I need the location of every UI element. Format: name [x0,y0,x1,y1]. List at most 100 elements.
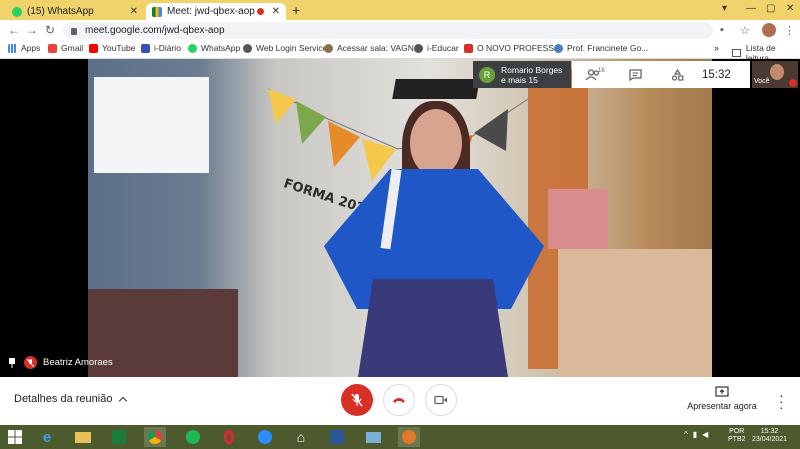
keyboard-layout: PTB2 [728,436,746,443]
taskbar-opera[interactable] [218,427,240,447]
bookmark-label: Gmail [61,43,84,53]
video-background-window [94,77,209,173]
bookmark-novo-professor[interactable]: O NOVO PROFESS... [464,43,561,53]
present-screen-icon [715,386,729,397]
taskbar-excel[interactable] [108,427,130,447]
bookmarks-bar: Apps Gmail YouTube i-Diário WhatsApp Web… [0,41,800,63]
youtube-icon [89,43,98,53]
self-view-tile[interactable]: Você [752,61,798,88]
bookmark-gmail[interactable]: Gmail [48,43,83,53]
taskbar-spotify[interactable] [182,427,204,447]
apps-grid-icon [8,43,17,53]
participant-video: FORMA 2020 [88,59,712,377]
system-clock[interactable]: 15:32 23/04/2021 [752,428,787,444]
present-now-label: Apresentar agora [687,401,757,411]
back-icon[interactable]: ← [8,23,20,37]
language-indicator[interactable]: POR PTB2 [728,428,746,444]
video-background-drawers [548,189,608,249]
close-tab-icon[interactable]: ✕ [272,6,280,17]
home-icon: ⌂ [296,429,306,445]
bookmark-prof-francinete[interactable]: Prof. Francinete Go... [554,43,648,53]
spotify-icon [186,430,200,444]
chevron-up-icon [119,396,128,406]
camera-in-use-icon[interactable]: ▪ [720,24,724,36]
taskbar-word[interactable] [326,427,348,447]
self-view-video [770,64,784,80]
taskbar-chrome[interactable] [144,427,166,447]
excel-icon [112,430,126,444]
bookmark-star-icon[interactable]: ☆ [740,24,750,37]
bookmark-acessar-sala[interactable]: Acessar sala: VAGN... [324,43,421,53]
leave-call-button[interactable] [383,384,415,416]
bookmark-whatsapp[interactable]: WhatsApp [188,43,240,53]
close-window-icon[interactable]: ✕ [786,3,794,14]
maximize-icon[interactable]: ▢ [766,3,775,14]
browser-menu-icon[interactable]: ⋮ [784,24,795,37]
forward-icon[interactable]: → [26,23,38,37]
mic-off-icon [24,356,37,369]
presenter-chip[interactable]: R Romario Borges e mais 15 [473,61,571,88]
video-person-skirt [358,279,508,377]
reload-icon[interactable]: ↻ [45,23,55,37]
taskbar-app[interactable] [398,427,420,447]
tab-search-icon[interactable]: ▾ [722,3,727,14]
recording-indicator-icon [256,8,264,15]
meet-controls-bar: Detalhes da reunião Apresentar agora · · · [0,377,800,425]
toggle-microphone-button[interactable] [341,384,373,416]
people-button[interactable]: 16 [572,68,614,81]
meet-icon [152,6,162,17]
camera-icon [434,395,447,405]
self-label: Você [754,78,770,85]
bookmark-label: WhatsApp [201,43,241,53]
more-bookmarks-icon[interactable]: » [714,43,719,53]
present-now-button[interactable]: Apresentar agora [686,386,758,411]
network-icon[interactable]: ▮ [693,430,697,439]
close-tab-icon[interactable]: ✕ [130,6,138,17]
chat-icon [628,68,642,81]
activities-button[interactable] [656,68,698,81]
system-date: 23/04/2021 [752,436,788,443]
bookmark-label: O NOVO PROFESS... [477,43,562,53]
more-options-icon[interactable]: · · · [779,388,784,414]
zoom-icon [258,430,272,444]
self-mic-off-icon [789,79,797,87]
navigation-bar: ← → ↻ meet.google.com/jwd-qbex-aop ▪ ☆ ⋮ [0,20,800,41]
bookmark-apps[interactable]: Apps [8,43,40,53]
bookmark-label: i-Educar [427,43,459,53]
activities-icon [671,68,683,81]
tab-meet[interactable]: Meet: jwd-qbex-aop ✕ [146,3,286,20]
hang-up-icon [393,398,405,403]
taskbar-home[interactable]: ⌂ [290,427,312,447]
volume-icon[interactable]: ◀ [702,430,708,439]
minimize-icon[interactable]: — [746,3,756,14]
meeting-clock: 15:32 [702,68,731,81]
browser-tab-strip: (15) WhatsApp ✕ Meet: jwd-qbex-aop ✕ + ▾… [0,0,800,20]
reading-list-icon [732,49,741,57]
taskbar-internet-explorer[interactable]: e [36,427,58,447]
system-time: 15:32 [760,428,779,435]
show-hidden-icons[interactable]: ^ [684,430,688,439]
meeting-details-button[interactable]: Detalhes da reunião [14,393,128,406]
chat-button[interactable] [614,68,656,81]
tab-whatsapp[interactable]: (15) WhatsApp ✕ [6,3,144,20]
taskbar-zoom[interactable] [254,427,276,447]
bookmark-idiario[interactable]: i-Diário [141,43,181,53]
taskbar-photos[interactable] [362,427,384,447]
meeting-details-label: Detalhes da reunião [14,393,113,405]
pin-icon[interactable] [8,357,16,368]
taskbar-file-explorer[interactable] [72,427,94,447]
globe-icon [414,43,423,53]
new-tab-button[interactable]: + [292,2,300,18]
address-bar[interactable]: meet.google.com/jwd-qbex-aop [63,22,713,39]
bookmark-ieducar[interactable]: i-Educar [414,43,459,53]
bookmark-youtube[interactable]: YouTube [89,43,135,53]
bookmark-label: i-Diário [154,43,181,53]
profile-avatar[interactable] [762,23,776,37]
globe-icon [243,43,252,53]
start-button[interactable] [4,427,26,447]
toggle-camera-button[interactable] [425,384,457,416]
video-background-cabinet [558,249,712,377]
system-tray: ^ ▮ ◀ [684,430,708,439]
bookmark-web-login[interactable]: Web Login Service [243,43,327,53]
bookmark-label: Apps [21,43,41,53]
